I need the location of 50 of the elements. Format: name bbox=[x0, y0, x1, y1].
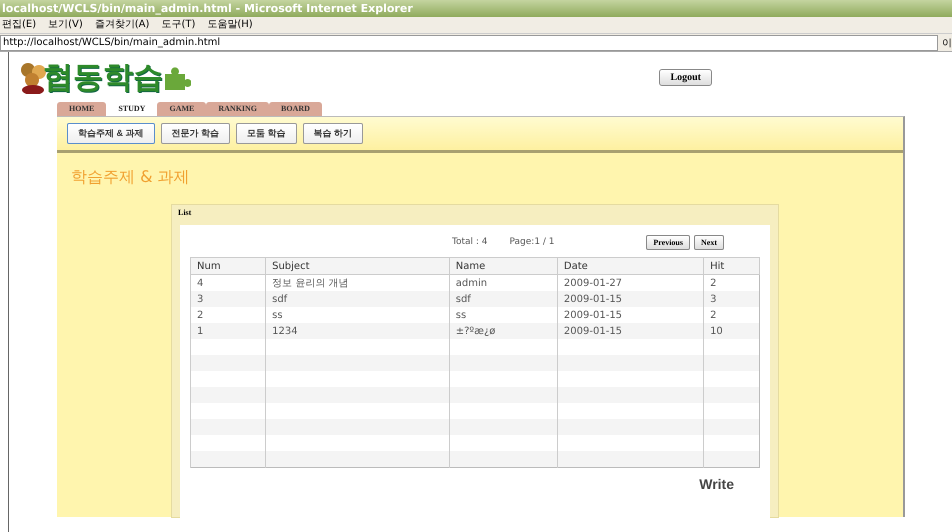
table-cell: 2009-01-15 bbox=[564, 310, 622, 320]
sub-tab[interactable]: 복습 하기 bbox=[302, 123, 364, 144]
column-header: Subject bbox=[266, 258, 450, 274]
write-button[interactable]: Write bbox=[699, 476, 734, 492]
sub-tab[interactable]: 모둠 학습 bbox=[236, 123, 297, 144]
menu-item[interactable]: 즐겨찾기(A) bbox=[94, 17, 150, 33]
logo-text: 협동학습 bbox=[43, 58, 163, 96]
pager-button[interactable]: Previous bbox=[646, 234, 690, 250]
nav-tab[interactable]: GAME bbox=[157, 102, 206, 116]
page-heading: 학습주제 & 과제 bbox=[70, 166, 191, 188]
column-header: Hit bbox=[704, 258, 760, 274]
menu-item[interactable]: 편집(E) bbox=[2, 17, 36, 33]
table-cell: 2 bbox=[710, 278, 716, 288]
nav-tab[interactable]: RANKING bbox=[206, 102, 270, 116]
column-header: Name bbox=[449, 258, 558, 274]
page-indicator: Page:1 / 1 bbox=[510, 237, 555, 247]
menu-item[interactable]: 보기(V) bbox=[48, 17, 83, 33]
table-cell: admin bbox=[456, 278, 488, 288]
go-button[interactable]: 이 bbox=[942, 36, 952, 50]
table-cell: 1234 bbox=[272, 326, 298, 336]
table-cell: 2009-01-27 bbox=[564, 278, 622, 288]
table-cell: 2 bbox=[710, 310, 716, 320]
table-cell: 10 bbox=[710, 326, 723, 336]
sub-tab[interactable]: 전문가 학습 bbox=[160, 123, 230, 144]
table-cell: sdf bbox=[272, 294, 288, 304]
table-cell: ss bbox=[456, 310, 466, 320]
table-cell: 3 bbox=[197, 294, 204, 304]
pager-button[interactable]: Next bbox=[694, 234, 724, 250]
nav-tab[interactable]: HOME bbox=[57, 102, 106, 116]
column-header: Num bbox=[190, 258, 266, 274]
nav-tab[interactable]: BOARD bbox=[269, 102, 322, 116]
menu-item[interactable]: 도구(T) bbox=[161, 17, 196, 33]
table-cell: 2009-01-15 bbox=[564, 294, 622, 304]
table-cell: ±?ºæ¿ø bbox=[456, 326, 496, 336]
logout-button[interactable]: Logout bbox=[659, 68, 712, 86]
address-field[interactable]: http://localhost/WCLS/bin/main_admin.html bbox=[0, 34, 938, 50]
column-header: Date bbox=[557, 258, 704, 274]
list-title: List bbox=[177, 207, 192, 219]
total-count: Total : 4 bbox=[452, 237, 488, 247]
table-cell: 1 bbox=[197, 326, 204, 336]
table-cell: 4 bbox=[197, 278, 204, 288]
table-cell: 3 bbox=[710, 294, 716, 304]
table-cell: 2009-01-15 bbox=[564, 326, 622, 336]
table-cell: sdf bbox=[456, 294, 471, 304]
table-cell: 2 bbox=[197, 310, 204, 320]
window-title: localhost/WCLS/bin/main_admin.html - Microsoft Internet Explorer bbox=[0, 0, 952, 17]
sub-tab[interactable]: 학습주제 & 과제 bbox=[67, 123, 155, 144]
table-cell: ss bbox=[272, 310, 283, 320]
table-cell: 정보 윤리의 개념 bbox=[272, 278, 348, 289]
menu-item[interactable]: 도움말(H) bbox=[207, 17, 253, 33]
